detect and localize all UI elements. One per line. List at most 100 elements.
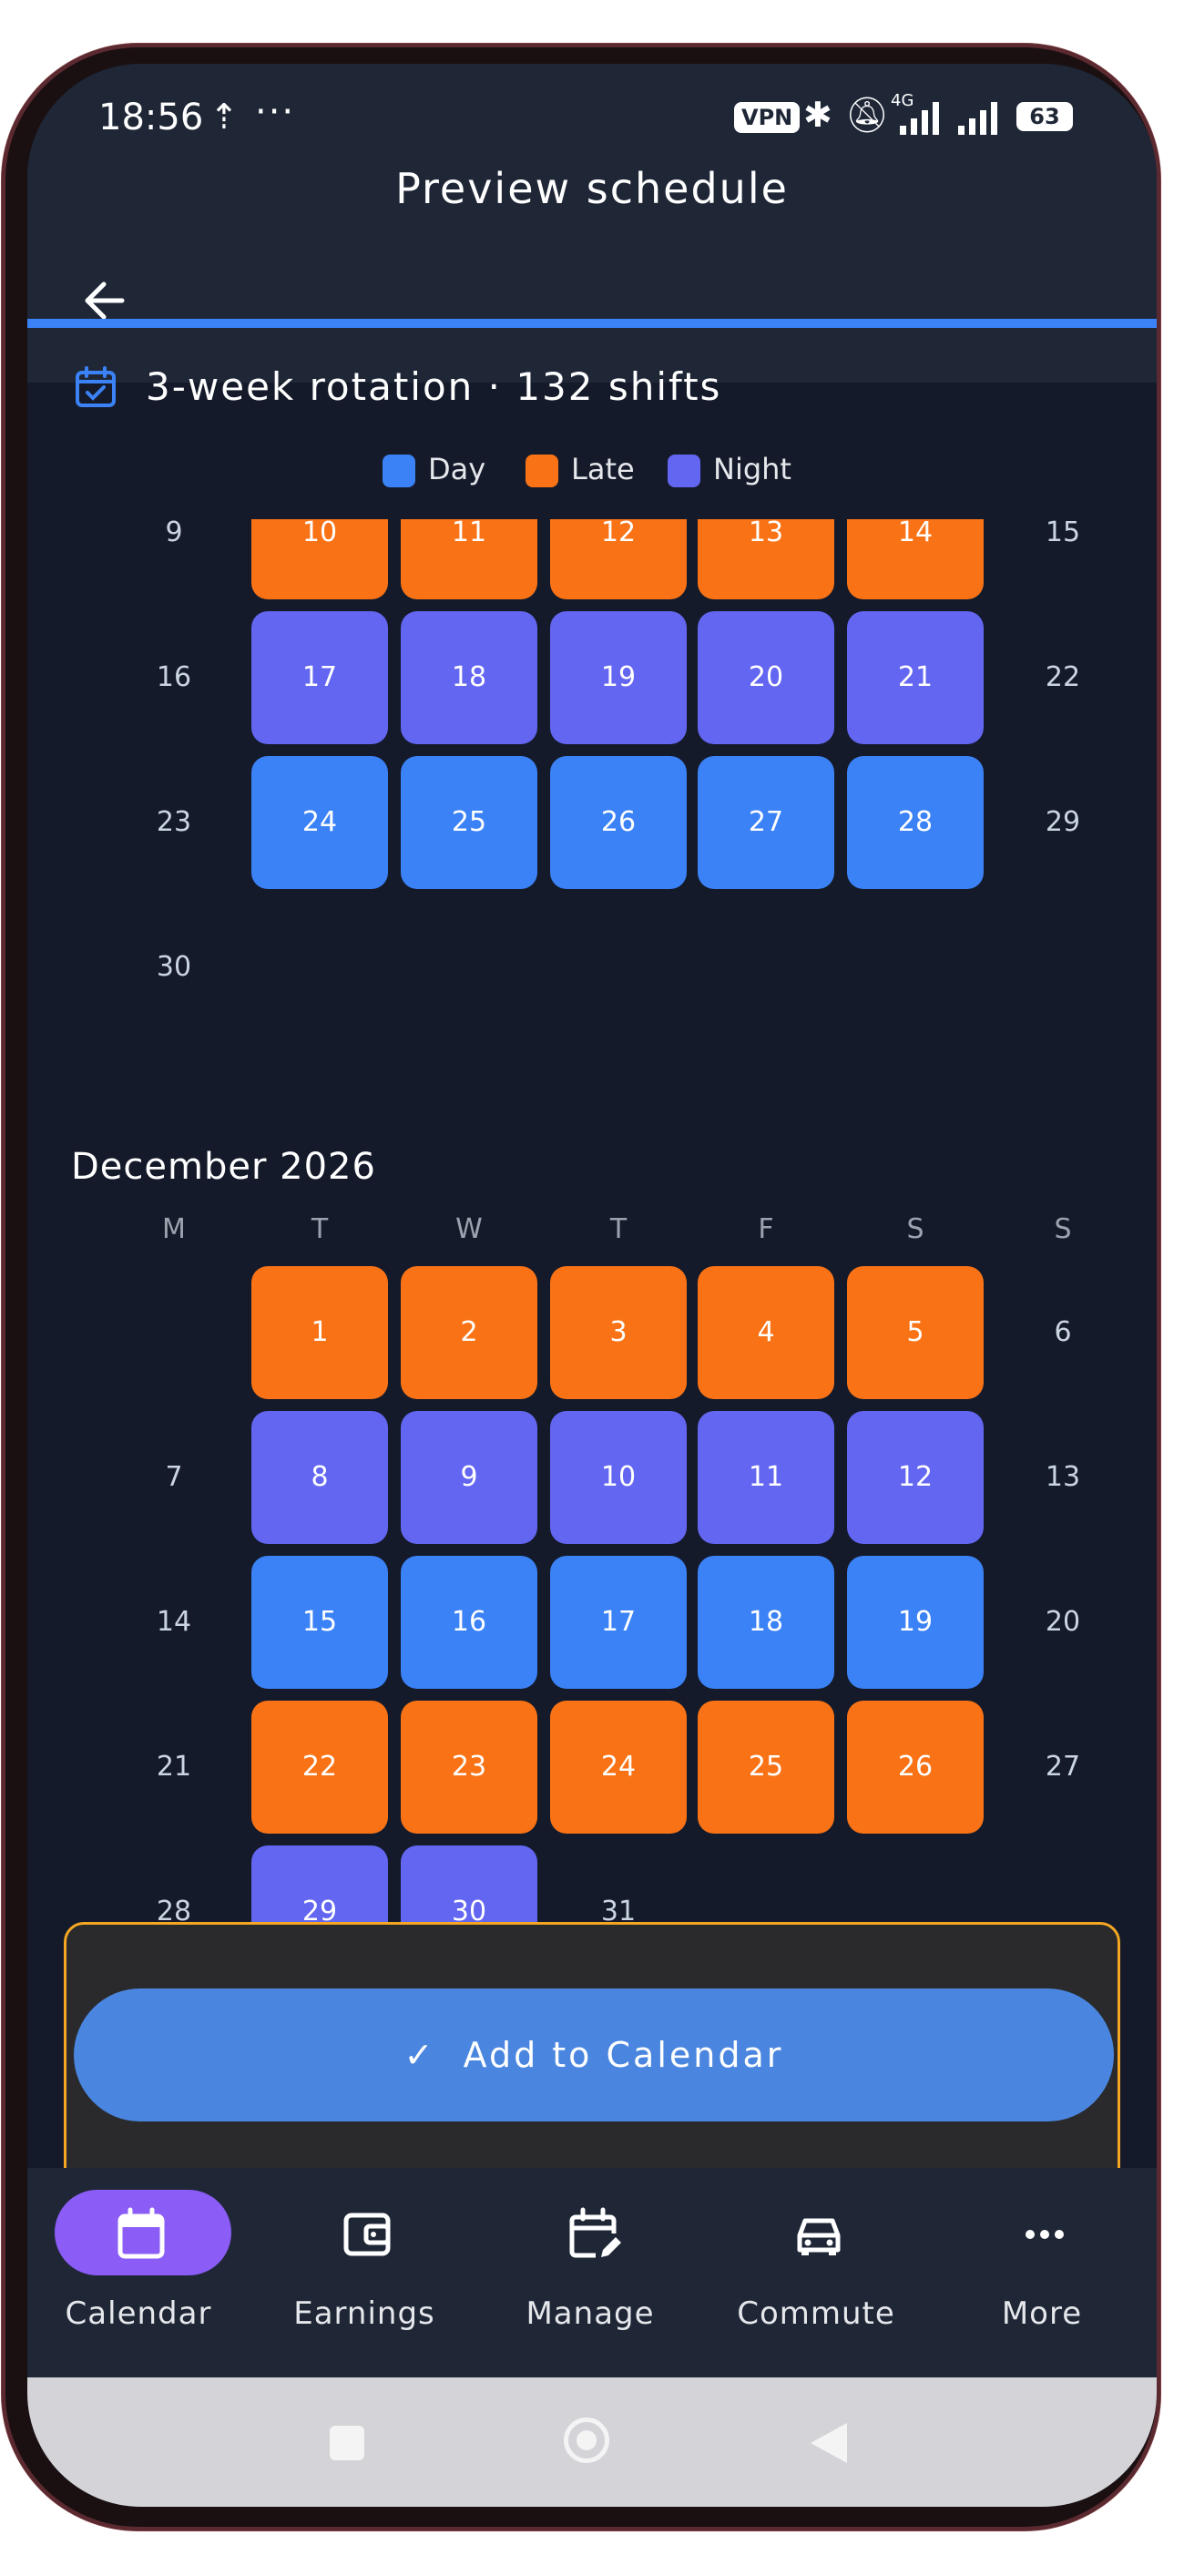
weekday-label: T xyxy=(609,1213,628,1245)
shift-cell-night[interactable]: 18 xyxy=(401,611,537,744)
december-week-row: 12345 6 xyxy=(27,1266,1157,1403)
date-cell: 29 xyxy=(1045,806,1081,838)
date-cell: 6 xyxy=(1054,1316,1072,1348)
car-icon xyxy=(797,2218,841,2255)
nav-manage-label: Manage xyxy=(526,2295,655,2332)
december-week-row: 21 22 23 24 25 26 27 xyxy=(27,1701,1157,1837)
status-bar: 18:56 ⇡ ··· VPN ✱ 🔕︎ 4G 63 xyxy=(27,64,1157,173)
shift-cell-night[interactable]: 8 xyxy=(251,1411,388,1544)
date-cell: 13 xyxy=(1045,1461,1081,1493)
signal-icon xyxy=(900,102,939,135)
weekday-label: W xyxy=(455,1213,483,1245)
shift-cell-day[interactable]: 19 xyxy=(847,1556,984,1689)
system-navigation-bar xyxy=(27,2377,1157,2507)
signal-icon-2 xyxy=(958,102,997,135)
shift-cell-day[interactable]: 25 xyxy=(401,756,537,889)
shift-cell-late[interactable]: 22 xyxy=(251,1701,388,1834)
calendar-scroll-area[interactable]: December 2026 MTWTFSS 9 10 11 12 13 14 15 16 17 1… xyxy=(27,519,1157,1995)
shift-cell-late[interactable]: 3 xyxy=(550,1266,687,1399)
november-week-row: 16 17 18 19 20 21 22 xyxy=(27,611,1157,748)
shift-cell-late[interactable]: 23 xyxy=(401,1701,537,1834)
shift-cell-night[interactable]: 20 xyxy=(698,611,834,744)
legend-late: Late xyxy=(526,452,635,487)
upload-icon: ⇡ xyxy=(209,97,239,137)
shift-cell-day[interactable]: 16 xyxy=(401,1556,537,1689)
bluetooth-icon: ✱ xyxy=(803,95,832,135)
shift-cell-night[interactable]: 10 xyxy=(550,1411,687,1544)
nav-commute[interactable]: Commute xyxy=(725,2190,907,2354)
legend-night-label: Night xyxy=(713,452,791,486)
date-cell: 30 xyxy=(156,951,192,983)
november-week-row: 9 10 11 12 13 14 15 xyxy=(27,519,1157,603)
december-week-row: 7 8 9 10 11 12 13 xyxy=(27,1411,1157,1548)
shift-cell-late[interactable]: 13 xyxy=(698,519,834,599)
page-title: Preview schedule xyxy=(395,164,789,213)
calendar-icon xyxy=(117,2207,165,2259)
shift-cell-late[interactable]: 5 xyxy=(847,1266,984,1399)
home-button[interactable] xyxy=(564,2418,609,2463)
shift-cell-night[interactable]: 19 xyxy=(550,611,687,744)
wallet-icon xyxy=(343,2213,391,2256)
shift-cell-day[interactable]: 26 xyxy=(550,756,687,889)
shift-cell-night[interactable]: 17 xyxy=(251,611,388,744)
legend-night: Night xyxy=(668,452,791,487)
shift-cell-late[interactable]: 4 xyxy=(698,1266,834,1399)
shift-cell-late[interactable]: 1 xyxy=(251,1266,388,1399)
mute-icon: 🔕︎ xyxy=(845,95,890,135)
shift-cell-late[interactable]: 26 xyxy=(847,1701,984,1834)
shift-cell-late[interactable]: 12 xyxy=(550,519,687,599)
legend-day: Day xyxy=(383,452,485,487)
weekday-label: M xyxy=(162,1213,186,1245)
shift-cell-day[interactable]: 17 xyxy=(550,1556,687,1689)
shift-cell-night[interactable]: 21 xyxy=(847,611,984,744)
check-icon: ✓ xyxy=(403,2035,436,2075)
shift-cell-night[interactable]: 11 xyxy=(698,1411,834,1544)
shift-cell-late[interactable]: 24 xyxy=(550,1701,687,1834)
back-button[interactable] xyxy=(809,2421,849,2465)
november-week-row: 30 xyxy=(27,901,1157,1038)
month-title-december: December 2026 xyxy=(71,1146,376,1188)
shift-cell-late[interactable]: 2 xyxy=(401,1266,537,1399)
date-cell: 16 xyxy=(156,661,192,693)
nav-earnings-label: Earnings xyxy=(293,2295,435,2332)
nav-more-label: More xyxy=(1001,2295,1083,2332)
shift-cell-night[interactable]: 9 xyxy=(401,1411,537,1544)
nav-earnings[interactable]: Earnings xyxy=(273,2190,455,2354)
add-to-calendar-button[interactable]: ✓ Add to Calendar xyxy=(74,1988,1114,2121)
nav-calendar[interactable]: Calendar xyxy=(47,2190,231,2354)
home-button-dot xyxy=(577,2430,597,2450)
shift-cell-day[interactable]: 18 xyxy=(698,1556,834,1689)
date-cell: 7 xyxy=(165,1461,183,1493)
shift-cell-day[interactable]: 15 xyxy=(251,1556,388,1689)
date-cell: 27 xyxy=(1045,1751,1081,1783)
november-week-row: 23 24 25 26 27 28 29 xyxy=(27,756,1157,893)
shift-cell-late[interactable]: 11 xyxy=(401,519,537,599)
weekday-label: S xyxy=(1054,1213,1072,1245)
summary-text: 3-week rotation · 132 shifts xyxy=(146,364,722,409)
nav-more[interactable]: More xyxy=(951,2190,1133,2354)
shift-cell-night[interactable]: 12 xyxy=(847,1411,984,1544)
december-week-row: 14 15 16 17 18 19 20 xyxy=(27,1556,1157,1692)
day-swatch xyxy=(383,455,415,487)
more-notifications-icon: ··· xyxy=(255,91,296,133)
shift-cell-day[interactable]: 28 xyxy=(847,756,984,889)
late-swatch xyxy=(526,455,558,487)
shift-cell-late[interactable]: 10 xyxy=(251,519,388,599)
date-cell: 14 xyxy=(156,1606,192,1638)
phone-screen: 18:56 ⇡ ··· VPN ✱ 🔕︎ 4G 63 Preview sched… xyxy=(27,64,1157,2507)
date-cell: 22 xyxy=(1045,661,1081,693)
legend-day-label: Day xyxy=(428,452,486,486)
add-button-container: ✓ Add to Calendar xyxy=(64,1922,1120,2190)
nav-commute-label: Commute xyxy=(737,2295,895,2332)
shift-cell-late[interactable]: 14 xyxy=(847,519,984,599)
calendar-check-icon xyxy=(76,366,116,407)
calendar-edit-icon xyxy=(569,2207,621,2258)
shift-cell-day[interactable]: 24 xyxy=(251,756,388,889)
nav-calendar-label: Calendar xyxy=(65,2295,212,2332)
shift-cell-day[interactable]: 27 xyxy=(698,756,834,889)
status-time: 18:56 xyxy=(98,97,204,138)
date-cell: 15 xyxy=(1045,519,1081,548)
nav-manage[interactable]: Manage xyxy=(499,2190,681,2354)
recent-apps-button[interactable] xyxy=(330,2426,364,2460)
shift-cell-late[interactable]: 25 xyxy=(698,1701,834,1834)
